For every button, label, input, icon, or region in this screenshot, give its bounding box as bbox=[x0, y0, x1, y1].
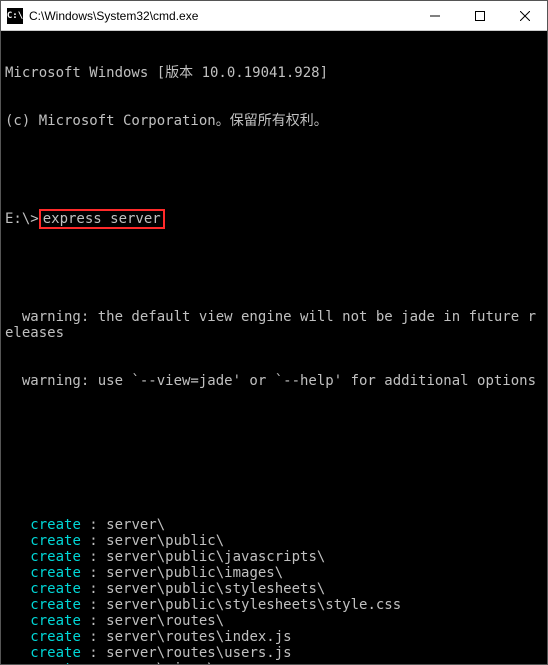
create-line: create : server\public\stylesheets\style… bbox=[5, 597, 543, 613]
create-path: : server\ bbox=[81, 517, 165, 533]
create-label: create bbox=[5, 645, 81, 661]
create-label: create bbox=[5, 533, 81, 549]
create-path: : server\public\ bbox=[81, 533, 224, 549]
titlebar[interactable]: C:\ C:\Windows\System32\cmd.exe bbox=[1, 1, 547, 31]
create-line: create : server\public\javascripts\ bbox=[5, 549, 543, 565]
create-line: create : server\routes\ bbox=[5, 613, 543, 629]
create-label: create bbox=[5, 661, 81, 664]
warning-line: warning: the default view engine will no… bbox=[5, 309, 543, 341]
maximize-button[interactable] bbox=[457, 1, 502, 30]
create-line: create : server\public\images\ bbox=[5, 565, 543, 581]
create-path: : server\routes\ bbox=[81, 613, 224, 629]
create-path: : server\public\stylesheets\style.css bbox=[81, 597, 401, 613]
header-line: (c) Microsoft Corporation。保留所有权利。 bbox=[5, 113, 543, 129]
create-label: create bbox=[5, 549, 81, 565]
create-line: create : server\routes\users.js bbox=[5, 645, 543, 661]
create-path: : server\routes\users.js bbox=[81, 645, 292, 661]
header-line: Microsoft Windows [版本 10.0.19041.928] bbox=[5, 65, 543, 81]
create-list: create : server\ create : server\public\… bbox=[5, 517, 543, 664]
close-button[interactable] bbox=[502, 1, 547, 30]
create-label: create bbox=[5, 613, 81, 629]
create-path: : server\routes\index.js bbox=[81, 629, 292, 645]
create-path: : server\views\ bbox=[81, 661, 216, 664]
create-line: create : server\ bbox=[5, 517, 543, 533]
blank-line bbox=[5, 261, 543, 277]
warning-line: warning: use `--view=jade' or `--help' f… bbox=[5, 373, 543, 389]
create-line: create : server\public\ bbox=[5, 533, 543, 549]
create-label: create bbox=[5, 629, 81, 645]
command-highlight: express server bbox=[39, 209, 165, 229]
create-path: : server\public\images\ bbox=[81, 565, 283, 581]
cmd-icon: C:\ bbox=[7, 8, 23, 24]
create-line: create : server\public\stylesheets\ bbox=[5, 581, 543, 597]
prompt-line: E:\>express server bbox=[5, 209, 543, 229]
blank-line bbox=[5, 421, 543, 437]
blank-line bbox=[5, 161, 543, 177]
blank-line bbox=[5, 469, 543, 485]
create-label: create bbox=[5, 517, 81, 533]
minimize-button[interactable] bbox=[412, 1, 457, 30]
create-path: : server\public\stylesheets\ bbox=[81, 581, 325, 597]
create-line: create : server\views\ bbox=[5, 661, 543, 664]
create-label: create bbox=[5, 597, 81, 613]
create-path: : server\public\javascripts\ bbox=[81, 549, 325, 565]
create-line: create : server\routes\index.js bbox=[5, 629, 543, 645]
prompt-prefix: E:\> bbox=[5, 211, 39, 227]
cmd-window: C:\ C:\Windows\System32\cmd.exe Microsof… bbox=[0, 0, 548, 665]
create-label: create bbox=[5, 565, 81, 581]
window-controls bbox=[412, 1, 547, 30]
window-title: C:\Windows\System32\cmd.exe bbox=[29, 9, 412, 23]
create-label: create bbox=[5, 581, 81, 597]
terminal-output[interactable]: Microsoft Windows [版本 10.0.19041.928] (c… bbox=[1, 31, 547, 664]
